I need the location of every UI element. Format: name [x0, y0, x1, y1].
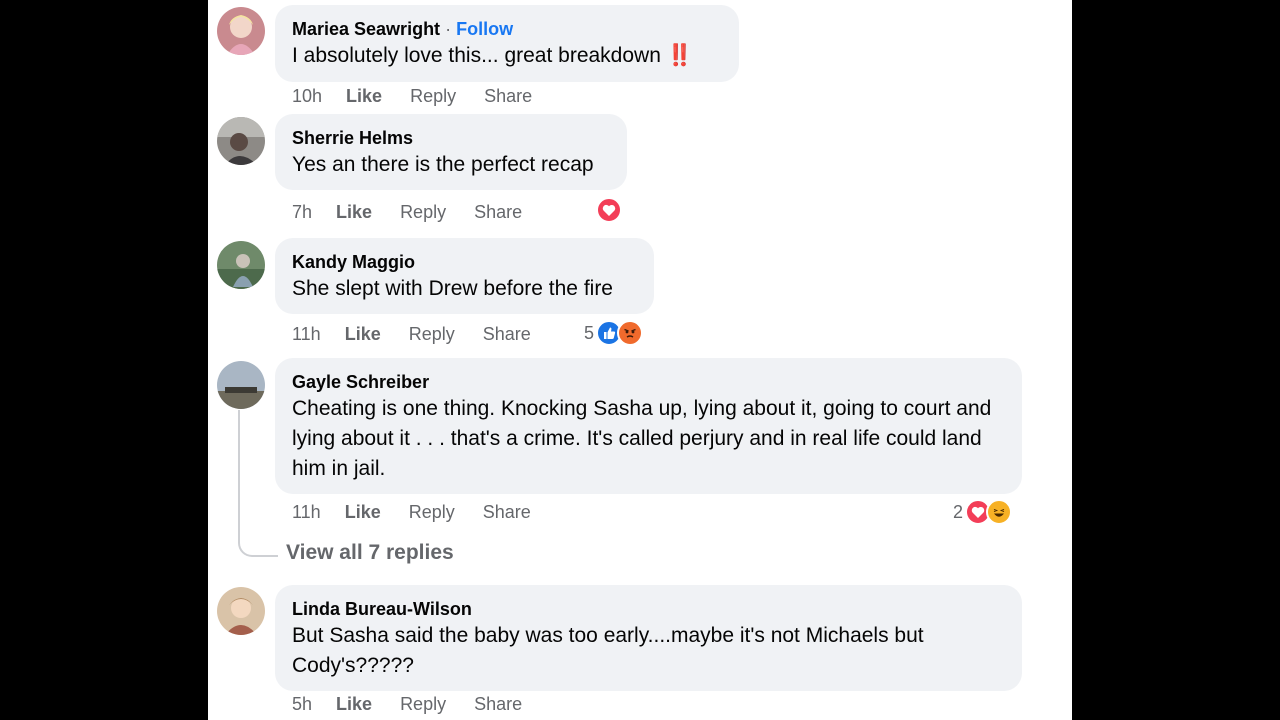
comment-actions: 10h Like Reply Share: [292, 86, 560, 107]
comment-bubble: Sherrie Helms Yes an there is the perfec…: [275, 114, 627, 190]
share-button[interactable]: Share: [483, 324, 531, 345]
like-button[interactable]: Like: [346, 86, 382, 107]
haha-reaction-icon: [986, 499, 1013, 525]
share-button[interactable]: Share: [484, 86, 532, 107]
comment-text: Yes an there is the perfect recap: [292, 153, 594, 176]
separator-dot: ·: [445, 19, 452, 39]
avatar[interactable]: [217, 7, 265, 55]
like-button[interactable]: Like: [345, 502, 381, 523]
comments-panel: Mariea Seawright · Follow I absolutely l…: [208, 0, 1072, 720]
reaction-summary[interactable]: 5: [584, 320, 644, 346]
comment-text: I absolutely love this... great breakdow…: [292, 44, 661, 67]
angry-reaction-icon: [617, 320, 644, 346]
share-button[interactable]: Share: [483, 502, 531, 523]
comment-actions: 11h Like Reply Share: [292, 502, 559, 523]
reply-button[interactable]: Reply: [400, 694, 446, 715]
like-button[interactable]: Like: [336, 202, 372, 223]
comment-bubble: Linda Bureau-Wilson But Sasha said the b…: [275, 585, 1022, 691]
avatar[interactable]: [217, 241, 265, 289]
comment-bubble: Gayle Schreiber Cheating is one thing. K…: [275, 358, 1022, 494]
comment-bubble: Mariea Seawright · Follow I absolutely l…: [275, 5, 739, 82]
reaction-count: 2: [953, 501, 964, 522]
comment-text: She slept with Drew before the fire: [292, 277, 613, 300]
view-all-replies-link[interactable]: View all 7 replies: [286, 541, 454, 565]
comment-time[interactable]: 11h: [292, 324, 321, 345]
reaction-summary[interactable]: [596, 197, 622, 223]
comment-author[interactable]: Linda Bureau-Wilson: [292, 598, 1005, 620]
comment-author[interactable]: Kandy Maggio: [292, 251, 637, 273]
heart-reaction-icon: [596, 197, 622, 223]
share-button[interactable]: Share: [474, 202, 522, 223]
like-button[interactable]: Like: [336, 694, 372, 715]
reaction-summary[interactable]: 2: [953, 499, 1013, 525]
comment-time[interactable]: 5h: [292, 694, 312, 715]
avatar[interactable]: [217, 361, 265, 409]
comment-actions: 11h Like Reply Share: [292, 324, 559, 345]
comment-actions: 5h Like Reply Share: [292, 694, 550, 715]
reply-button[interactable]: Reply: [400, 202, 446, 223]
comment-time[interactable]: 10h: [292, 86, 322, 107]
comment-author[interactable]: Mariea Seawright: [292, 19, 440, 39]
comment-text: Cheating is one thing. Knocking Sasha up…: [292, 397, 992, 480]
reply-button[interactable]: Reply: [409, 324, 455, 345]
follow-button[interactable]: Follow: [456, 19, 513, 39]
like-button[interactable]: Like: [345, 324, 381, 345]
comment-author[interactable]: Gayle Schreiber: [292, 371, 1005, 393]
reply-button[interactable]: Reply: [410, 86, 456, 107]
comment-bubble: Kandy Maggio She slept with Drew before …: [275, 238, 654, 314]
comment-author[interactable]: Sherrie Helms: [292, 127, 610, 149]
comment-time[interactable]: 7h: [292, 202, 312, 223]
reaction-count: 5: [584, 322, 595, 343]
double-exclamation-emoji: ‼️: [666, 44, 693, 67]
reply-thread-line: [238, 410, 278, 557]
comment-actions: 7h Like Reply Share: [292, 202, 550, 223]
comment-text: But Sasha said the baby was too early...…: [292, 624, 924, 677]
share-button[interactable]: Share: [474, 694, 522, 715]
avatar[interactable]: [217, 117, 265, 165]
avatar[interactable]: [217, 587, 265, 635]
reply-button[interactable]: Reply: [409, 502, 455, 523]
comment-time[interactable]: 11h: [292, 502, 321, 523]
